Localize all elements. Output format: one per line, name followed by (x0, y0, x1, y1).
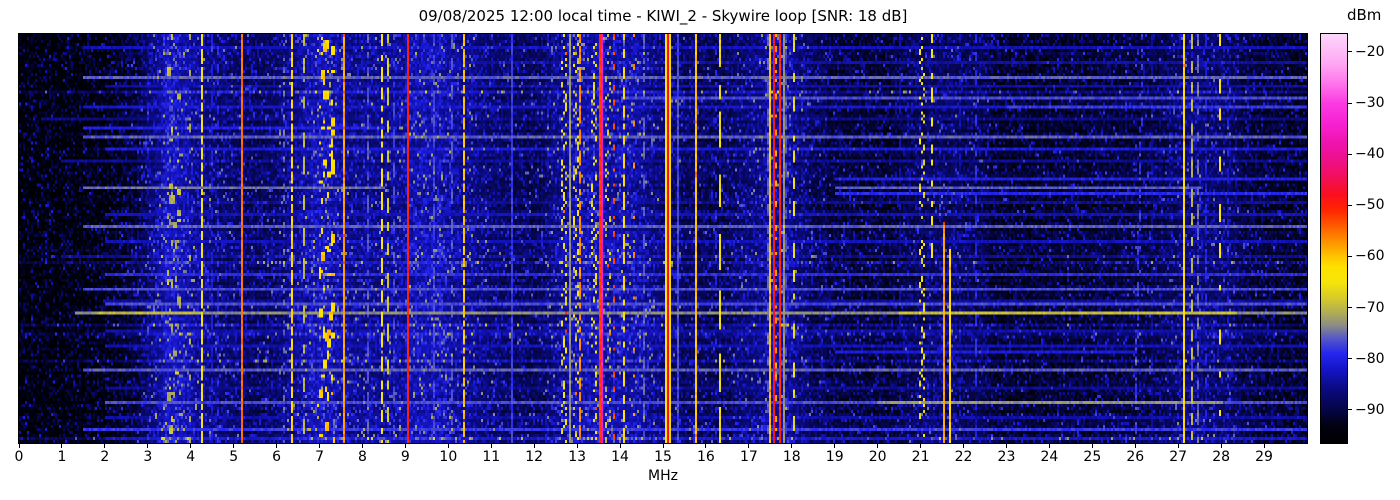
spectrogram-figure: 09/08/2025 12:00 local time - KIWI_2 - S… (0, 0, 1400, 500)
colorbar-tick-label: −60 (1355, 248, 1385, 265)
x-tick-mark (619, 444, 621, 448)
x-tick-mark (1220, 444, 1222, 448)
x-tick-mark (319, 444, 321, 448)
x-tick-label: 2 (100, 449, 110, 465)
x-tick-mark (748, 444, 750, 448)
x-axis-label: MHz (648, 468, 678, 484)
x-tick-mark (104, 444, 106, 448)
colorbar-tick-mark (1348, 409, 1352, 411)
x-tick-label: 8 (357, 449, 367, 465)
x-tick-label: 3 (143, 449, 153, 465)
x-tick-label: 28 (1212, 449, 1231, 465)
colorbar-tick-mark (1348, 204, 1352, 206)
colorbar-tick-label: −90 (1355, 401, 1385, 418)
x-tick-mark (18, 444, 20, 448)
x-tick-label: 5 (229, 449, 239, 465)
x-tick-mark (1263, 444, 1265, 448)
x-tick-mark (361, 444, 363, 448)
colorbar-tick-mark (1348, 102, 1352, 104)
colorbar-tick-mark (1348, 153, 1352, 155)
x-tick-mark (447, 444, 449, 448)
waterfall-canvas (19, 34, 1307, 443)
x-tick-label: 26 (1126, 449, 1145, 465)
x-tick-label: 20 (868, 449, 887, 465)
x-tick-label: 12 (525, 449, 544, 465)
x-tick-mark (576, 444, 578, 448)
x-tick-label: 25 (1083, 449, 1102, 465)
x-tick-mark (190, 444, 192, 448)
colorbar-tick-mark (1348, 255, 1352, 257)
x-tick-label: 4 (186, 449, 196, 465)
x-tick-label: 17 (739, 449, 758, 465)
colorbar-tick-label: −40 (1355, 146, 1385, 163)
x-tick-label: 29 (1255, 449, 1273, 465)
x-tick-mark (791, 444, 793, 448)
colorbar-gradient (1320, 33, 1348, 444)
colorbar-tick-label: −30 (1355, 95, 1385, 112)
x-tick-label: 27 (1169, 449, 1188, 465)
chart-title: 09/08/2025 12:00 local time - KIWI_2 - S… (418, 7, 908, 25)
x-tick-label: 9 (400, 449, 410, 465)
x-tick-mark (533, 444, 535, 448)
colorbar-tick-label: −80 (1355, 350, 1385, 367)
x-tick-mark (61, 444, 63, 448)
x-tick-mark (705, 444, 707, 448)
x-tick-label: 6 (272, 449, 282, 465)
x-tick-label: 15 (654, 449, 672, 465)
colorbar-tick-mark (1348, 51, 1352, 53)
colorbar-tick-label: −50 (1355, 197, 1385, 214)
colorbar-tick-label: −70 (1355, 299, 1385, 316)
x-tick-label: 7 (315, 449, 324, 465)
x-tick-label: 21 (911, 449, 930, 465)
x-tick-label: 22 (954, 449, 973, 465)
colorbar-tick-label: −20 (1355, 43, 1385, 60)
x-tick-mark (233, 444, 235, 448)
x-tick-label: 16 (697, 449, 715, 465)
x-tick-label: 10 (439, 449, 458, 465)
x-tick-mark (147, 444, 149, 448)
x-tick-label: 11 (482, 449, 501, 465)
x-tick-label: 24 (1040, 449, 1059, 465)
x-tick-label: 19 (825, 449, 844, 465)
x-tick-mark (1005, 444, 1007, 448)
colorbar-tick-mark (1348, 307, 1352, 309)
x-tick-mark (662, 444, 664, 448)
x-tick-label: 18 (782, 449, 801, 465)
x-tick-mark (1134, 444, 1136, 448)
x-tick-mark (404, 444, 406, 448)
x-tick-mark (877, 444, 879, 448)
x-tick-mark (963, 444, 965, 448)
x-tick-mark (276, 444, 278, 448)
x-tick-label: 1 (57, 449, 67, 465)
colorbar-tick-mark (1348, 358, 1352, 360)
x-tick-mark (1091, 444, 1093, 448)
x-tick-mark (1177, 444, 1179, 448)
x-tick-label: 23 (997, 449, 1016, 465)
x-tick-label: 14 (611, 449, 629, 465)
x-tick-mark (1048, 444, 1050, 448)
x-tick-label: 0 (14, 449, 24, 465)
x-tick-mark (490, 444, 492, 448)
x-tick-mark (920, 444, 922, 448)
x-tick-label: 13 (568, 449, 587, 465)
x-tick-mark (834, 444, 836, 448)
plot-frame (18, 33, 1308, 444)
colorbar-unit-label: dBm (1347, 6, 1382, 24)
